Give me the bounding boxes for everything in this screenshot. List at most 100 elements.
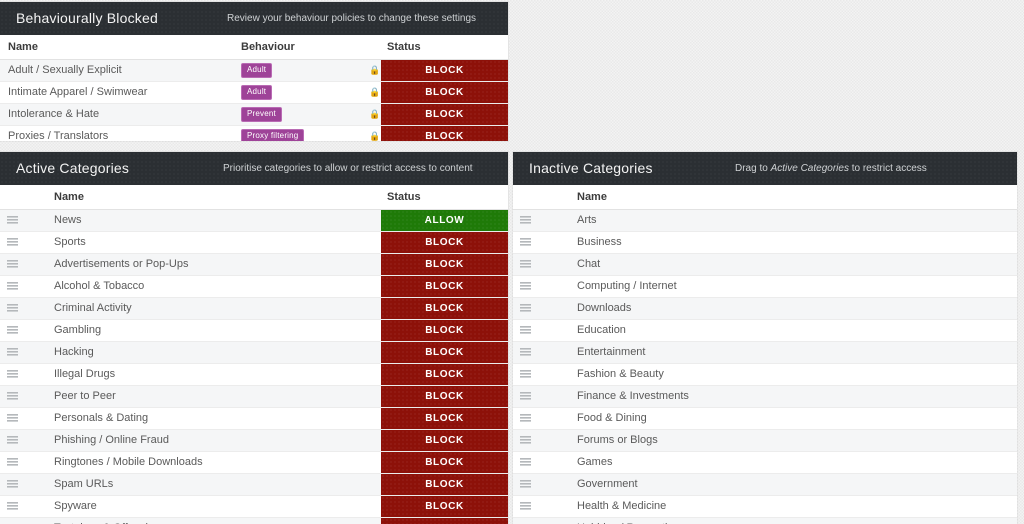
drag-handle-icon[interactable]: [520, 282, 531, 291]
drag-handle-icon[interactable]: [7, 282, 18, 291]
drag-handle-icon[interactable]: [520, 304, 531, 313]
status-badge[interactable]: BLOCK: [381, 474, 508, 495]
drag-handle-icon[interactable]: [520, 502, 531, 511]
drag-handle-icon[interactable]: [520, 414, 531, 423]
status-badge[interactable]: BLOCK: [381, 342, 508, 363]
drag-handle-icon[interactable]: [520, 436, 531, 445]
status-badge[interactable]: BLOCK: [381, 496, 508, 517]
drag-handle-icon[interactable]: [520, 370, 531, 379]
table-row[interactable]: Ringtones / Mobile Downloads BLOCK: [0, 452, 508, 474]
status-badge[interactable]: BLOCK: [381, 126, 508, 141]
status-badge[interactable]: BLOCK: [381, 386, 508, 407]
table-row[interactable]: Fashion & Beauty: [513, 364, 1017, 386]
panel-subtitle: Prioritise categories to allow or restri…: [223, 163, 473, 174]
table-row[interactable]: Business: [513, 232, 1017, 254]
table-row[interactable]: Advertisements or Pop-Ups BLOCK: [0, 254, 508, 276]
table-row[interactable]: Spam URLs BLOCK: [0, 474, 508, 496]
table-row[interactable]: Entertainment: [513, 342, 1017, 364]
status-badge[interactable]: ALLOW: [381, 210, 508, 231]
drag-handle-icon[interactable]: [7, 392, 18, 401]
category-name: Hacking: [54, 346, 94, 358]
status-badge[interactable]: BLOCK: [381, 364, 508, 385]
drag-handle-icon[interactable]: [520, 480, 531, 489]
lock-icon: 🔒: [369, 109, 381, 119]
status-badge[interactable]: BLOCK: [381, 104, 508, 125]
table-row[interactable]: Downloads: [513, 298, 1017, 320]
behaviour-badge[interactable]: Adult: [241, 62, 273, 78]
drag-handle-icon[interactable]: [520, 216, 531, 225]
behaviour-badge[interactable]: Prevent: [241, 106, 282, 122]
category-name: Phishing / Online Fraud: [54, 434, 169, 446]
table-row[interactable]: Alcohol & Tobacco BLOCK: [0, 276, 508, 298]
status-badge[interactable]: BLOCK: [381, 82, 508, 103]
status-badge[interactable]: BLOCK: [381, 232, 508, 253]
behaviour-badge[interactable]: Adult: [241, 84, 273, 100]
drag-handle-icon[interactable]: [7, 436, 18, 445]
drag-handle-icon[interactable]: [7, 348, 18, 357]
table-row[interactable]: Health & Medicine: [513, 496, 1017, 518]
subtitle-before: Drag to: [735, 163, 771, 174]
status-badge[interactable]: BLOCK: [381, 60, 508, 81]
table-row[interactable]: Hacking BLOCK: [0, 342, 508, 364]
table-row[interactable]: Sports BLOCK: [0, 232, 508, 254]
status-badge[interactable]: BLOCK: [381, 298, 508, 319]
lock-icon: 🔒: [369, 131, 381, 141]
table-row[interactable]: Intimate Apparel / Swimwear Adult 🔒 BLOCK: [0, 82, 508, 104]
table-row[interactable]: Food & Dining: [513, 408, 1017, 430]
drag-handle-icon[interactable]: [7, 502, 18, 511]
table-row[interactable]: Intolerance & Hate Prevent 🔒 BLOCK: [0, 104, 508, 126]
table-row[interactable]: Gambling BLOCK: [0, 320, 508, 342]
lock-icon: 🔒: [369, 87, 381, 97]
drag-handle-icon[interactable]: [7, 260, 18, 269]
drag-handle-icon[interactable]: [7, 238, 18, 247]
table-row[interactable]: Forums or Blogs: [513, 430, 1017, 452]
table-row[interactable]: Personals & Dating BLOCK: [0, 408, 508, 430]
table-row[interactable]: Games: [513, 452, 1017, 474]
drag-handle-icon[interactable]: [7, 326, 18, 335]
table-row[interactable]: Chat: [513, 254, 1017, 276]
table-row[interactable]: Finance & Investments: [513, 386, 1017, 408]
drag-handle-icon[interactable]: [7, 480, 18, 489]
table-row[interactable]: Spyware BLOCK: [0, 496, 508, 518]
status-badge[interactable]: BLOCK: [381, 276, 508, 297]
table-row[interactable]: Criminal Activity BLOCK: [0, 298, 508, 320]
drag-handle-icon[interactable]: [520, 392, 531, 401]
drag-handle-icon[interactable]: [7, 216, 18, 225]
status-badge[interactable]: BLOCK: [381, 320, 508, 341]
behaviour-badge[interactable]: Proxy filtering: [241, 128, 305, 141]
status-badge[interactable]: BLOCK: [381, 430, 508, 451]
table-row[interactable]: Arts: [513, 210, 1017, 232]
drag-handle-icon[interactable]: [520, 348, 531, 357]
behaviour-cell: Prevent: [241, 104, 282, 125]
subtitle-after: to restrict access: [848, 163, 927, 174]
table-row[interactable]: Adult / Sexually Explicit Adult 🔒 BLOCK: [0, 60, 508, 82]
status-badge[interactable]: BLOCK: [381, 408, 508, 429]
drag-handle-icon[interactable]: [7, 414, 18, 423]
active-column-headers: Name Status: [0, 185, 508, 210]
status-badge[interactable]: BLOCK: [381, 254, 508, 275]
drag-handle-icon[interactable]: [7, 458, 18, 467]
table-row[interactable]: Illegal Drugs BLOCK: [0, 364, 508, 386]
drag-handle-icon[interactable]: [520, 238, 531, 247]
category-name: Intolerance & Hate: [8, 108, 100, 120]
table-row[interactable]: Computing / Internet: [513, 276, 1017, 298]
status-badge[interactable]: BLOCK: [381, 518, 508, 524]
table-row[interactable]: Government: [513, 474, 1017, 496]
category-name: Advertisements or Pop-Ups: [54, 258, 189, 270]
drag-handle-icon[interactable]: [7, 370, 18, 379]
table-row[interactable]: Education: [513, 320, 1017, 342]
drag-handle-icon[interactable]: [7, 304, 18, 313]
status-badge[interactable]: BLOCK: [381, 452, 508, 473]
table-row[interactable]: News ALLOW: [0, 210, 508, 232]
table-row[interactable]: Peer to Peer BLOCK: [0, 386, 508, 408]
category-name: Education: [577, 324, 626, 336]
table-row[interactable]: Proxies / Translators Proxy filtering 🔒 BLO…: [0, 126, 508, 141]
drag-handle-icon[interactable]: [520, 458, 531, 467]
table-row[interactable]: Hobbies / Recreation: [513, 518, 1017, 524]
behaviour-column-headers: Name Behaviour Status: [0, 35, 508, 60]
drag-handle-icon[interactable]: [520, 260, 531, 269]
table-row[interactable]: Tasteless & Offensive BLOCK: [0, 518, 508, 524]
table-row[interactable]: Phishing / Online Fraud BLOCK: [0, 430, 508, 452]
drag-handle-icon[interactable]: [520, 326, 531, 335]
category-name: Downloads: [577, 302, 632, 314]
